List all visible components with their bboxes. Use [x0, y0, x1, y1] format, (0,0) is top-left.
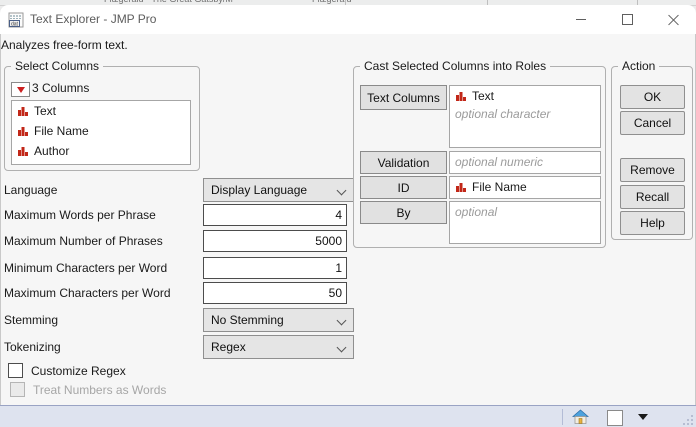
action-legend: Action	[618, 59, 660, 73]
recall-button[interactable]: Recall	[620, 185, 685, 209]
data-table-icon: dat	[8, 12, 24, 28]
by-role-label: By	[396, 205, 411, 220]
window-selector-box[interactable]	[607, 410, 623, 426]
chevron-down-icon	[336, 315, 347, 326]
screen: Fitzgerald - The Great Gatsby/M Fitzgera…	[0, 0, 696, 427]
chevron-down-icon	[336, 185, 347, 196]
column-item-label: File Name	[34, 124, 89, 138]
nominal-column-icon	[18, 107, 28, 116]
chevron-down-icon	[336, 342, 347, 353]
stemming-select[interactable]: No Stemming	[203, 308, 354, 332]
max-chars-per-word-label: Maximum Characters per Word	[4, 286, 171, 300]
select-columns-legend: Select Columns	[11, 59, 104, 73]
checkbox-icon	[8, 363, 23, 378]
language-label: Language	[4, 183, 58, 197]
max-words-per-phrase-input[interactable]	[203, 204, 347, 226]
help-button[interactable]: Help	[620, 211, 685, 235]
columns-listbox[interactable]: Text File Name Author	[11, 100, 191, 165]
column-item-file-name[interactable]: File Name	[12, 121, 190, 141]
cast-roles-group: Cast Selected Columns into Roles Text Co…	[353, 59, 606, 248]
role-item-text[interactable]: Text	[450, 86, 600, 105]
background-text: Fitzgerald - The Great Gatsby/M	[104, 0, 233, 4]
text-explorer-dialog: dat Text Explorer - JMP Pro Analyzes fre…	[0, 5, 696, 427]
by-role-button[interactable]: By	[360, 201, 447, 224]
remove-label: Remove	[630, 163, 675, 177]
id-role-label: ID	[397, 180, 410, 195]
cancel-button[interactable]: Cancel	[620, 111, 685, 135]
resize-grip[interactable]	[682, 414, 694, 426]
validation-role-button[interactable]: Validation	[360, 151, 447, 174]
column-item-label: Author	[34, 144, 70, 158]
maximize-icon	[621, 14, 633, 25]
column-item-label: Text	[34, 104, 57, 118]
select-columns-group: Select Columns 3 Columns Text File Name …	[4, 59, 200, 171]
window-title: Text Explorer - JMP Pro	[30, 12, 157, 26]
language-select[interactable]: Display Language	[203, 178, 354, 202]
id-role-button[interactable]: ID	[360, 176, 447, 199]
title-bar[interactable]: dat Text Explorer - JMP Pro	[0, 5, 696, 34]
help-label: Help	[640, 216, 665, 230]
role-item-label: File Name	[472, 180, 527, 194]
tokenizing-value: Regex	[211, 340, 246, 354]
id-rolebox[interactable]: File Name	[449, 176, 601, 199]
min-chars-per-word-label: Minimum Characters per Word	[4, 261, 168, 275]
by-rolebox[interactable]: optional	[449, 201, 601, 244]
nominal-column-icon	[456, 183, 466, 192]
dropdown-triangle-icon[interactable]	[638, 414, 648, 420]
text-columns-rolebox[interactable]: Text optional character	[449, 85, 601, 148]
validation-rolebox[interactable]: optional numeric	[449, 151, 601, 174]
text-columns-role-button[interactable]: Text Columns	[360, 85, 447, 110]
status-bar	[0, 405, 696, 427]
max-number-of-phrases-label: Maximum Number of Phrases	[4, 234, 163, 248]
checkbox-icon	[10, 382, 25, 397]
maximize-button[interactable]	[605, 5, 649, 34]
dialog-description: Analyzes free-form text.	[1, 38, 128, 52]
home-icon[interactable]	[572, 409, 589, 425]
svg-text:dat: dat	[11, 22, 19, 28]
ok-button[interactable]: OK	[620, 85, 685, 109]
role-item-label: Text	[472, 88, 495, 103]
cast-roles-legend: Cast Selected Columns into Roles	[360, 59, 551, 73]
tokenizing-label: Tokenizing	[4, 340, 61, 354]
validation-role-label: Validation	[377, 155, 430, 170]
nominal-column-icon	[18, 147, 28, 156]
close-button[interactable]	[651, 5, 695, 34]
divider	[562, 409, 563, 425]
validation-placeholder: optional numeric	[455, 155, 544, 169]
max-words-per-phrase-label: Maximum Words per Phrase	[4, 208, 156, 222]
close-icon	[668, 14, 679, 25]
role-item-file-name[interactable]: File Name	[450, 177, 600, 197]
text-columns-placeholder: optional character	[455, 107, 551, 121]
remove-button[interactable]: Remove	[620, 158, 685, 182]
nominal-column-icon	[456, 91, 466, 101]
nominal-column-icon	[18, 127, 28, 136]
stemming-label: Stemming	[4, 313, 59, 327]
max-number-of-phrases-input[interactable]	[203, 230, 347, 252]
recall-label: Recall	[635, 190, 670, 204]
max-chars-per-word-input[interactable]	[203, 282, 347, 304]
treat-numbers-as-words-checkbox: Treat Numbers as Words	[10, 382, 166, 397]
action-group: Action OK Cancel Remove Recall Help	[611, 59, 693, 240]
tokenizing-select[interactable]: Regex	[203, 335, 354, 359]
min-chars-per-word-input[interactable]	[203, 257, 347, 279]
column-item-text[interactable]: Text	[12, 101, 190, 121]
customize-regex-checkbox[interactable]: Customize Regex	[8, 363, 126, 378]
minimize-button[interactable]	[559, 5, 603, 34]
text-columns-role-label: Text Columns	[367, 90, 440, 105]
column-item-author[interactable]: Author	[12, 141, 190, 161]
red-triangle-icon	[16, 86, 25, 93]
treat-numbers-as-words-label: Treat Numbers as Words	[33, 382, 167, 397]
minimize-icon	[576, 19, 586, 20]
by-placeholder: optional	[455, 205, 498, 219]
cancel-label: Cancel	[633, 116, 672, 130]
columns-count-label: 3 Columns	[32, 81, 90, 95]
columns-menu-button[interactable]	[11, 82, 30, 97]
customize-regex-label: Customize Regex	[31, 363, 126, 378]
stemming-value: No Stemming	[211, 313, 284, 327]
ok-label: OK	[643, 90, 662, 104]
language-value: Display Language	[211, 183, 308, 197]
